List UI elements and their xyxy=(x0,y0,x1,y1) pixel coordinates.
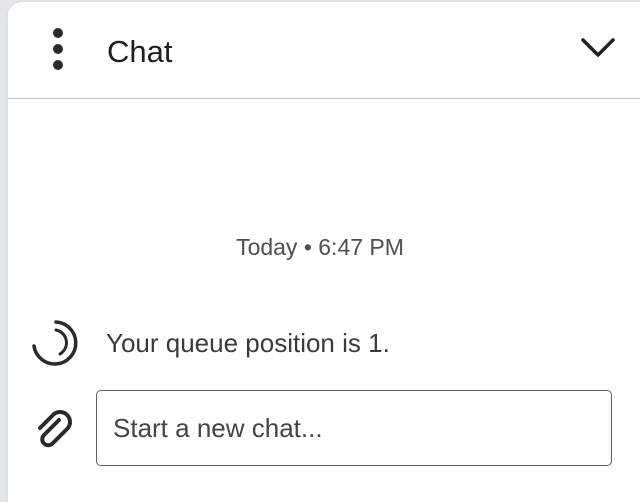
queue-status-message: Your queue position is 1. xyxy=(106,328,390,358)
queue-spinner-icon xyxy=(32,320,78,366)
attach-file-button[interactable] xyxy=(32,408,78,454)
chat-header: Chat xyxy=(8,2,640,99)
chat-title: Chat xyxy=(107,34,173,69)
chat-message-input[interactable] xyxy=(96,390,612,466)
chevron-down-icon xyxy=(581,38,615,57)
more-vertical-icon-dot xyxy=(53,44,63,54)
more-vertical-icon-dot xyxy=(53,60,63,70)
paperclip-icon xyxy=(38,410,72,448)
queue-status-row: Your queue position is 1. xyxy=(26,314,626,374)
more-vertical-icon xyxy=(53,28,63,38)
more-options-button[interactable] xyxy=(44,26,72,72)
message-timestamp: Today • 6:47 PM xyxy=(236,234,404,260)
collapse-button[interactable] xyxy=(578,28,618,68)
